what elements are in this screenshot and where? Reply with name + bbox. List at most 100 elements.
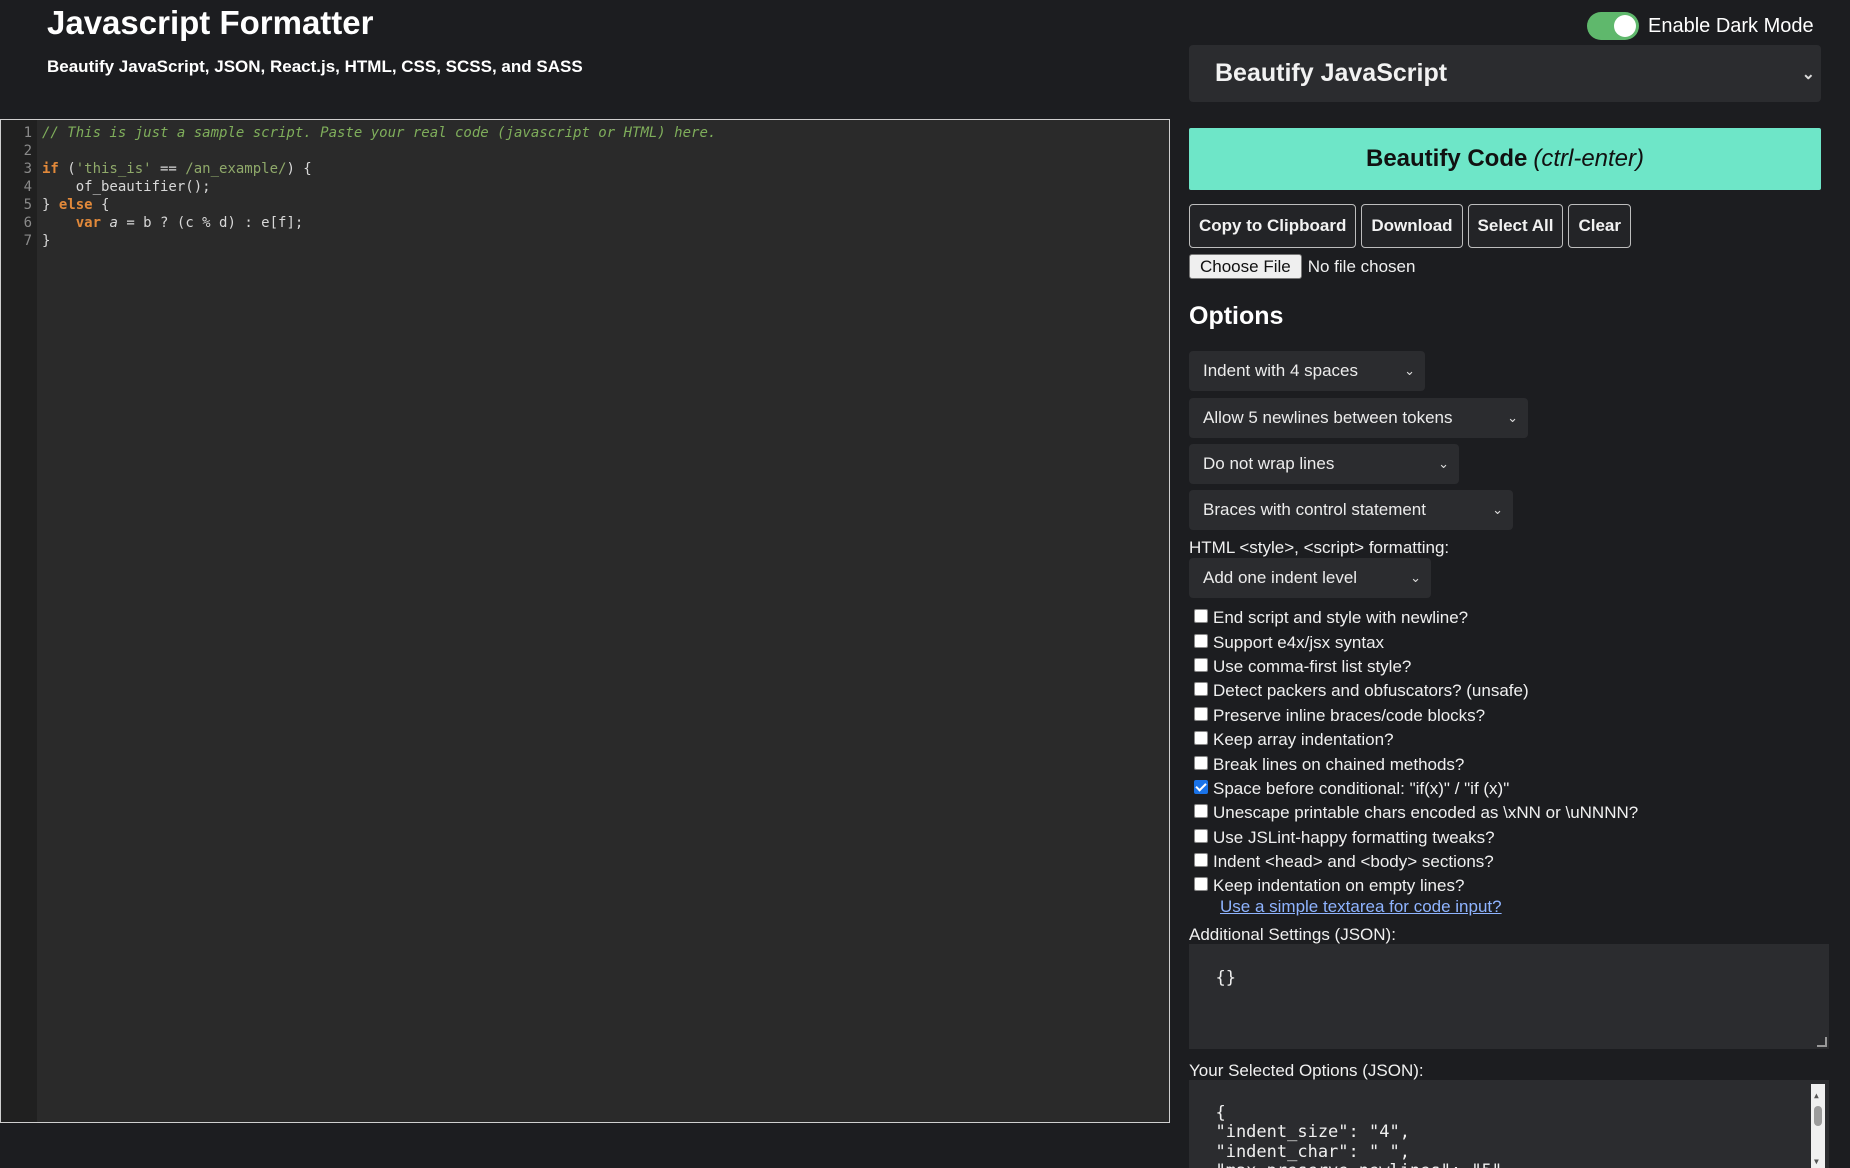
checkbox[interactable]	[1194, 755, 1208, 770]
chevron-down-icon: ⌄	[1801, 66, 1815, 83]
checkbox-label: Break lines on chained methods?	[1213, 754, 1465, 774]
action-buttons: Copy to Clipboard Download Select All Cl…	[1189, 204, 1636, 248]
option-checkbox-row[interactable]: Unescape printable chars encoded as \xNN…	[1194, 801, 1638, 825]
scroll-up-icon[interactable]: ▲	[1814, 1086, 1819, 1106]
code-line[interactable]: 5} else {	[1, 196, 110, 214]
checkbox[interactable]	[1194, 706, 1208, 721]
scroll-thumb[interactable]	[1814, 1106, 1822, 1126]
option-checkbox-row[interactable]: Keep array indentation?	[1194, 728, 1638, 752]
checkbox[interactable]	[1194, 682, 1208, 697]
file-input: Choose File No file chosen	[1189, 254, 1415, 279]
checkbox[interactable]	[1194, 731, 1208, 746]
selected-options-value: { "indent_size": "4", "indent_char": " "…	[1215, 1102, 1512, 1168]
checkbox-label: End script and style with newline?	[1213, 608, 1469, 628]
option-checkbox-row[interactable]: Support e4x/jsx syntax	[1194, 630, 1638, 654]
code-line[interactable]: 7}	[1, 232, 51, 250]
selected-options-scrollbar[interactable]: ▲ ▼	[1811, 1084, 1825, 1168]
code-text: }	[42, 233, 51, 249]
select-all-button[interactable]: Select All	[1467, 204, 1564, 248]
indent-select-value: Indent with 4 spaces	[1203, 361, 1358, 380]
additional-settings-value: {}	[1215, 968, 1236, 988]
dark-mode-label: Enable Dark Mode	[1648, 14, 1814, 37]
wrap-select[interactable]: Do not wrap lines ⌄	[1189, 444, 1459, 484]
chevron-down-icon: ⌄	[1410, 570, 1421, 585]
code-text: if ('this_is' == /an_example/) {	[42, 161, 312, 177]
checkbox[interactable]	[1194, 804, 1208, 819]
page-title: Javascript Formatter	[47, 4, 374, 41]
option-checkbox-row[interactable]: Preserve inline braces/code blocks?	[1194, 704, 1638, 728]
option-checkbox-row[interactable]: Indent <head> and <body> sections?	[1194, 850, 1638, 874]
html-indent-select[interactable]: Add one indent level ⌄	[1189, 558, 1431, 598]
dark-mode-toggle-row: Enable Dark Mode	[1587, 12, 1814, 40]
checkbox-label: Space before conditional: "if(x)" / "if …	[1213, 778, 1510, 798]
checkbox-label: Use comma-first list style?	[1213, 656, 1412, 676]
selected-options-label: Your Selected Options (JSON):	[1189, 1061, 1424, 1080]
chevron-down-icon: ⌄	[1507, 410, 1518, 425]
chevron-down-icon: ⌄	[1404, 363, 1415, 378]
chevron-down-icon: ⌄	[1438, 456, 1449, 471]
newlines-select-value: Allow 5 newlines between tokens	[1203, 408, 1453, 427]
option-checkboxes: End script and style with newline? Suppor…	[1194, 606, 1638, 899]
simple-textarea-link[interactable]: Use a simple textarea for code input?	[1220, 897, 1502, 917]
indent-select[interactable]: Indent with 4 spaces ⌄	[1189, 351, 1425, 391]
checkbox-label: Keep array indentation?	[1213, 730, 1394, 750]
choose-file-button[interactable]: Choose File	[1189, 254, 1302, 279]
checkbox-label: Preserve inline braces/code blocks?	[1213, 705, 1486, 725]
beautify-button-label: Beautify Code	[1365, 145, 1528, 172]
line-number: 4	[23, 179, 32, 195]
checkbox[interactable]	[1194, 828, 1208, 843]
switch-knob	[1614, 15, 1636, 37]
option-checkbox-row[interactable]: End script and style with newline?	[1194, 606, 1638, 630]
html-indent-select-value: Add one indent level	[1203, 568, 1358, 587]
checkbox-label: Support e4x/jsx syntax	[1213, 632, 1385, 652]
page-subtitle: Beautify JavaScript, JSON, React.js, HTM…	[47, 57, 583, 76]
checkbox[interactable]	[1194, 853, 1208, 868]
line-number: 5	[23, 197, 32, 213]
checkbox[interactable]	[1194, 657, 1208, 672]
dark-mode-switch[interactable]	[1587, 12, 1639, 40]
beautify-button[interactable]: Beautify Code (ctrl-enter)	[1189, 128, 1821, 190]
option-checkbox-row[interactable]: Space before conditional: "if(x)" / "if …	[1194, 777, 1638, 801]
beautify-shortcut-hint: (ctrl-enter)	[1533, 145, 1645, 172]
line-number: 2	[23, 143, 32, 159]
option-checkbox-row[interactable]: Use JSLint-happy formatting tweaks?	[1194, 826, 1638, 850]
code-line[interactable]: 6 var a = b ? (c % d) : e[f];	[1, 214, 304, 232]
line-number-gutter	[1, 120, 37, 1122]
braces-select-value: Braces with control statement	[1203, 500, 1426, 519]
code-line[interactable]: 1 // This is just a sample script. Paste …	[1, 124, 717, 142]
language-select-value: Beautify JavaScript	[1215, 59, 1448, 87]
line-number: 3	[23, 161, 32, 177]
checkbox-label: Detect packers and obfuscators? (unsafe)	[1213, 681, 1529, 701]
download-button[interactable]: Download	[1361, 204, 1463, 248]
code-text: of_beautifier();	[42, 179, 211, 195]
code-text: // This is just a sample script. Paste y…	[42, 125, 717, 141]
checkbox[interactable]	[1194, 633, 1208, 648]
code-line[interactable]: 2	[1, 142, 32, 160]
copy-to-clipboard-button[interactable]: Copy to Clipboard	[1189, 204, 1357, 248]
option-checkbox-row[interactable]: Keep indentation on empty lines?	[1194, 874, 1638, 898]
resize-handle-icon[interactable]	[1817, 1037, 1827, 1047]
line-number: 6	[23, 215, 32, 231]
code-editor[interactable]: 1 // This is just a sample script. Paste …	[0, 119, 1170, 1123]
braces-select[interactable]: Braces with control statement ⌄	[1189, 490, 1513, 530]
options-heading: Options	[1189, 302, 1284, 330]
code-line[interactable]: 4 of_beautifier();	[1, 178, 211, 196]
checkbox-label: Use JSLint-happy formatting tweaks?	[1213, 827, 1495, 847]
language-select[interactable]: Beautify JavaScript ⌄	[1189, 45, 1821, 102]
checkbox[interactable]	[1194, 609, 1208, 624]
additional-settings-textarea[interactable]: {}	[1189, 944, 1829, 1049]
checkbox[interactable]	[1194, 877, 1208, 892]
option-checkbox-row[interactable]: Detect packers and obfuscators? (unsafe)	[1194, 679, 1638, 703]
selected-options-textarea[interactable]: { "indent_size": "4", "indent_char": " "…	[1189, 1080, 1829, 1168]
option-checkbox-row[interactable]: Use comma-first list style?	[1194, 655, 1638, 679]
additional-settings-label: Additional Settings (JSON):	[1189, 925, 1396, 944]
code-line[interactable]: 3 if ('this_is' == /an_example/) {	[1, 160, 312, 178]
html-formatting-label: HTML <style>, <script> formatting:	[1189, 538, 1450, 557]
clear-button[interactable]: Clear	[1568, 204, 1631, 248]
checkbox[interactable]	[1194, 779, 1208, 794]
newlines-select[interactable]: Allow 5 newlines between tokens ⌄	[1189, 398, 1528, 438]
option-checkbox-row[interactable]: Break lines on chained methods?	[1194, 752, 1638, 776]
chevron-down-icon: ⌄	[1492, 502, 1503, 517]
scroll-down-icon[interactable]: ▼	[1814, 1152, 1819, 1168]
code-text: var a = b ? (c % d) : e[f];	[75, 215, 304, 231]
